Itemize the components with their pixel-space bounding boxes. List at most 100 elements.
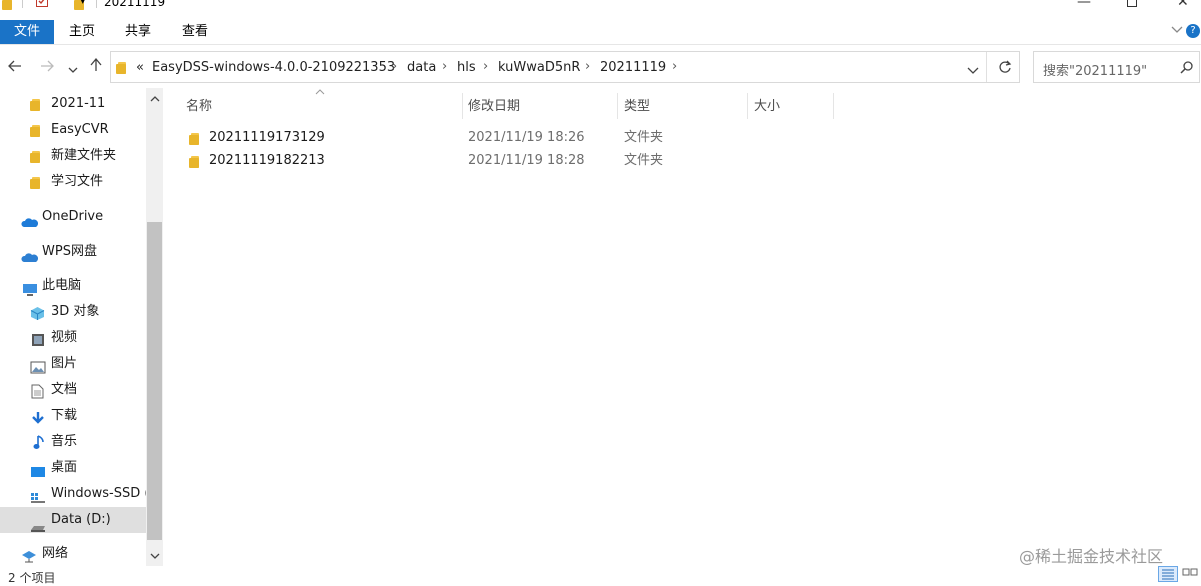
file-name: 20211119182213 [209,153,325,168]
address-row: « EasyDSS-windows-4.0.0-2109221353 › dat… [0,51,1201,85]
sidebar-item-new-folder[interactable]: 新建文件夹 [0,143,146,169]
column-divider[interactable] [747,93,748,119]
up-button[interactable] [90,57,102,76]
recent-locations-button[interactable] [68,59,78,78]
column-divider[interactable] [462,93,463,119]
sidebar-item-this-pc[interactable]: 此电脑 [0,273,146,299]
drive-icon [30,488,46,507]
divider [22,0,23,8]
cloud-icon [20,247,39,265]
file-date: 2021/11/19 18:28 [468,153,585,168]
divider [986,52,987,82]
sidebar-item-label: WPS网盘 [42,244,97,259]
column-header-date[interactable]: 修改日期 [468,96,520,118]
refresh-icon[interactable] [998,60,1012,77]
sidebar-item-3d-objects[interactable]: 3D 对象 [0,299,146,325]
desktop-icon [30,462,46,481]
3d-objects-icon [30,305,45,325]
sidebar-item-label: 桌面 [51,460,78,475]
folder-icon [2,0,14,10]
breadcrumb-separator[interactable]: › [483,59,488,74]
sidebar-item-label: 音乐 [51,434,78,449]
sidebar-item-data-d[interactable]: Data (D:) [0,507,146,533]
breadcrumb-easydss[interactable]: EasyDSS-windows-4.0.0-2109221353 [152,60,395,75]
list-item[interactable]: 20211119182213 2021/11/19 18:28 文件夹 [183,150,663,172]
scroll-down-icon[interactable] [146,550,163,563]
folder-icon [189,154,201,168]
picture-icon [30,358,46,377]
breadcrumb-separator[interactable]: › [392,59,397,74]
search-box[interactable]: 搜索"20211119" [1033,51,1200,83]
column-divider[interactable] [833,93,834,119]
breadcrumb-separator[interactable]: › [585,59,590,74]
details-view-button[interactable] [1158,566,1178,582]
minimize-button[interactable]: — [1077,0,1091,10]
folder-icon [30,97,42,111]
address-overflow[interactable]: « [136,60,144,75]
sidebar-item-study-files[interactable]: 学习文件 [0,169,146,195]
sidebar-item-wps-cloud[interactable]: WPS网盘 [0,239,146,265]
tab-home[interactable]: 主页 [55,20,109,44]
forward-button[interactable] [40,57,54,76]
list-item[interactable]: 20211119173129 2021/11/19 18:26 文件夹 [183,127,663,149]
sidebar-item-label: 下载 [51,408,78,423]
close-button[interactable]: ✕ [1177,0,1189,10]
sidebar-item-documents[interactable]: 文档 [0,377,146,403]
column-header-name[interactable]: 名称 [186,96,212,118]
column-divider[interactable] [617,93,618,119]
cloud-icon [20,212,39,230]
large-icons-view-button[interactable] [1180,566,1200,582]
sidebar-scrollbar-thumb[interactable] [147,222,162,540]
breadcrumb-kuwwad5nr[interactable]: kuWwaD5nR [498,60,580,75]
tab-file[interactable]: 文件 [0,20,54,44]
ribbon: 文件 主页 共享 查看 ? [0,20,1201,45]
sidebar-item-videos[interactable]: 视频 [0,325,146,351]
watermark: @稀土掘金技术社区 [1019,547,1164,566]
breadcrumb-separator[interactable]: › [672,59,677,74]
video-icon [31,331,45,351]
sidebar-item-desktop[interactable]: 桌面 [0,455,146,481]
music-icon [33,434,45,455]
divider [96,0,97,8]
sidebar-item-easycvr[interactable]: EasyCVR [0,117,146,143]
properties-icon[interactable] [36,0,48,7]
search-icon[interactable] [1180,61,1193,77]
sidebar-item-network[interactable]: 网络 [0,541,146,567]
document-icon [31,383,44,403]
sidebar-item-pictures[interactable]: 图片 [0,351,146,377]
breadcrumb-20211119[interactable]: 20211119 [600,60,666,75]
file-name: 20211119173129 [209,130,325,145]
breadcrumb-hls[interactable]: hls [457,60,476,75]
back-button[interactable] [8,57,22,76]
help-icon[interactable]: ? [1186,24,1200,38]
breadcrumb-data[interactable]: data [407,60,436,75]
status-item-count: 2 个项目 [8,571,56,585]
tab-share[interactable]: 共享 [111,20,165,44]
sidebar-item-label: 3D 对象 [51,304,100,319]
folder-icon [189,131,201,145]
maximize-button[interactable] [1127,0,1137,7]
column-header-size[interactable]: 大小 [754,96,780,118]
file-type: 文件夹 [624,153,664,168]
sort-ascending-icon [315,87,325,98]
sidebar-item-label: 视频 [51,330,78,345]
sidebar-item-music[interactable]: 音乐 [0,429,146,455]
scroll-up-icon[interactable] [146,92,163,105]
column-header-type[interactable]: 类型 [624,96,650,118]
sidebar-item-onedrive[interactable]: OneDrive [0,204,146,230]
sidebar-item-windows-ssd[interactable]: Windows-SSD ( [0,481,146,507]
address-history-dropdown-icon[interactable] [967,64,979,78]
sidebar-item-label: 学习文件 [51,174,104,189]
sidebar-item-label: Data (D:) [51,512,111,527]
search-input[interactable]: 搜索"20211119" [1043,60,1147,79]
quick-access-dropdown-icon[interactable]: ▾ [80,0,86,7]
sidebar-item-2021-11[interactable]: 2021-11 [0,91,146,117]
breadcrumb-separator[interactable]: › [442,59,447,74]
sidebar-item-label: 图片 [51,356,78,371]
tab-view[interactable]: 查看 [168,20,222,44]
sidebar-item-label: 此电脑 [42,278,82,293]
expand-ribbon-icon[interactable] [1171,24,1183,38]
folder-icon [30,149,42,163]
address-bar[interactable]: « EasyDSS-windows-4.0.0-2109221353 › dat… [110,51,1020,83]
sidebar-item-downloads[interactable]: 下载 [0,403,146,429]
